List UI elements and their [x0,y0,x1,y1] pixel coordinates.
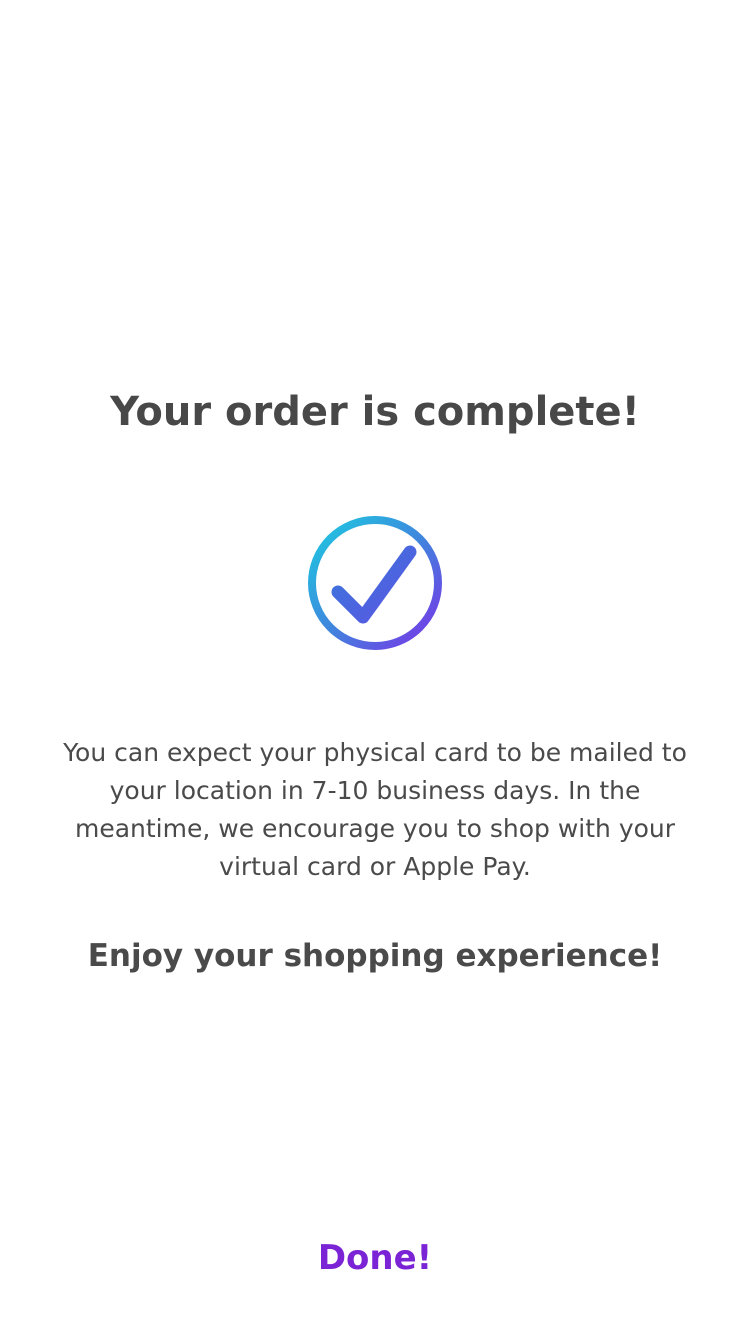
closing-message: Enjoy your shopping experience! [87,938,663,974]
done-button[interactable]: Done! [275,1232,475,1284]
confirmation-message: You can expect your physical card to be … [63,738,687,881]
check-circle-icon [306,514,444,652]
order-complete-screen: Your order is complete! You can expect y… [0,0,750,1340]
page-title: Your order is complete! [110,389,640,435]
